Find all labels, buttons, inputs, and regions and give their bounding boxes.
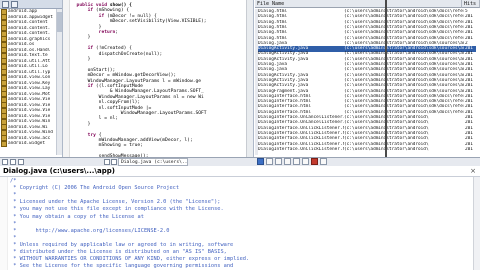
code-text: dispatchOnCreate(null);	[98, 51, 163, 57]
close-icon[interactable]: ×	[470, 167, 476, 175]
code-text: }	[87, 35, 91, 41]
clear-icon[interactable]	[320, 157, 327, 165]
result-hits: 201	[465, 146, 473, 152]
source-line: * Copyright (C) 2006 The Android Open So…	[10, 185, 180, 192]
search-results-panel: File Name Hits Dialog.html (c:\users\admi…	[255, 0, 480, 157]
code-text: mDecor.setVisibility(View.VISIBLE);	[109, 19, 207, 25]
source-line: * You may obtain a copy of the License a…	[10, 213, 144, 220]
package-tree-list: android.app android.appwidget android.cont…	[0, 8, 62, 147]
editor-scrollbar[interactable]	[246, 0, 253, 157]
expand-all-icon[interactable]	[302, 157, 309, 165]
source-scrollbar[interactable]	[473, 177, 480, 270]
package-tree-panel: android.app android.appwidget android.cont…	[0, 0, 63, 157]
code-text: }	[87, 121, 91, 127]
code-text: mShowing = true;	[98, 143, 143, 149]
code-keyword: return	[98, 30, 116, 35]
search-icon[interactable]	[257, 157, 264, 165]
package-tree-header	[0, 0, 62, 9]
column-header-file-name[interactable]: File Name	[255, 0, 462, 8]
source-gutter	[0, 177, 8, 270]
collapse-icon[interactable]	[2, 0, 9, 8]
code-text: }	[87, 57, 91, 62]
sort-icon[interactable]	[275, 157, 282, 165]
column-header-hits[interactable]: Hits	[462, 0, 480, 8]
source-line: * See the License for the specific langu…	[10, 263, 234, 270]
code-text: WindowManager.LayoutParams.SOFT	[120, 111, 207, 116]
result-file-name: DialogInterface.OnClickListener.html	[258, 146, 344, 152]
next-icon[interactable]	[293, 157, 300, 165]
back-icon[interactable]	[2, 159, 8, 165]
location-field[interactable]: Dialog.java (c:\users\...\app)	[118, 158, 188, 166]
tree-scrollbar-thumb[interactable]	[57, 12, 62, 32]
code-line: }	[71, 121, 91, 128]
source-view[interactable]: /* * Copyright (C) 2006 The Android Open…	[0, 177, 480, 270]
file-tab-bar: Dialog.java (c:\users\...\app) ×	[0, 166, 480, 177]
bookmark-icon[interactable]	[18, 159, 24, 165]
results-toolbar	[257, 157, 480, 165]
code-text: ;	[115, 30, 119, 35]
file-tab[interactable]: Dialog.java (c:\users\...\app)	[0, 166, 118, 176]
code-text: l = nl;	[98, 116, 119, 122]
code-line: }	[71, 56, 91, 63]
previous-icon[interactable]	[284, 157, 291, 165]
result-path: (c:\users\administrator\android\	[344, 147, 464, 153]
editor-gutter	[63, 0, 70, 157]
package-icon	[1, 140, 7, 147]
result-row[interactable]: DialogInterface.OnClickListener.html(c:\…	[258, 147, 476, 153]
tree-item[interactable]: android.widget	[0, 140, 62, 147]
column-splitter[interactable]	[385, 0, 387, 157]
code-editor[interactable]: public void show() { if (mShowing) { if …	[63, 0, 254, 157]
stop-icon[interactable]	[311, 157, 318, 165]
filter-icon[interactable]	[266, 157, 273, 165]
code-line: mShowing = true;	[71, 142, 143, 149]
refresh-icon[interactable]	[104, 159, 110, 165]
source-line: * http://www.apache.org/licenses/LICENSE…	[10, 227, 170, 234]
forward-icon[interactable]	[10, 159, 16, 165]
tree-item-label: android.widget	[8, 141, 46, 146]
code-line: }	[71, 34, 91, 41]
tree-scrollbar[interactable]	[56, 9, 62, 155]
sync-icon[interactable]	[111, 159, 117, 165]
expand-icon[interactable]	[11, 0, 18, 8]
